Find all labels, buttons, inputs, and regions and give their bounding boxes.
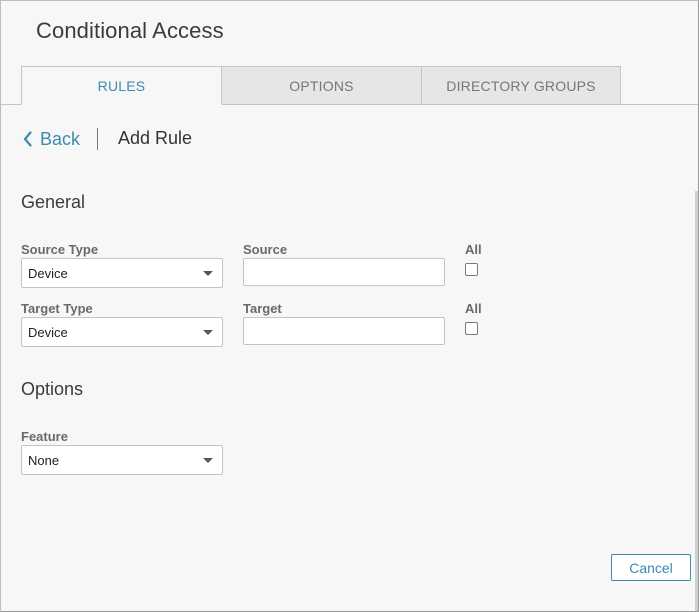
target-type-select[interactable]: Device (21, 317, 223, 347)
feature-label: Feature (21, 429, 68, 444)
chevron-down-icon (203, 271, 213, 276)
source-type-label: Source Type (21, 242, 99, 257)
feature-value: None (28, 452, 60, 468)
target-all-label: All (465, 301, 482, 316)
tab-directory-groups[interactable]: DIRECTORY GROUPS (421, 66, 621, 105)
chevron-left-icon (23, 131, 32, 147)
target-type-label: Target Type (21, 301, 93, 316)
tab-rules[interactable]: RULES (21, 66, 222, 105)
source-all-checkbox[interactable] (465, 263, 478, 276)
source-input[interactable] (243, 258, 445, 286)
scrollbar[interactable] (695, 191, 698, 611)
source-all-label: All (465, 242, 482, 257)
conditional-access-window: Conditional Access RULES OPTIONS DIRECTO… (0, 0, 699, 612)
chevron-down-icon (203, 458, 213, 463)
source-type-value: Device (28, 265, 68, 281)
source-label: Source (243, 242, 288, 257)
back-link[interactable]: Back (23, 127, 80, 151)
general-heading: General (21, 192, 86, 212)
cancel-button[interactable]: Cancel (611, 554, 691, 581)
target-label: Target (243, 301, 282, 316)
back-label: Back (40, 128, 81, 149)
target-all-checkbox[interactable] (465, 322, 478, 335)
options-heading: Options (21, 379, 84, 399)
target-input[interactable] (243, 317, 445, 345)
feature-select[interactable]: None (21, 445, 223, 475)
chevron-down-icon (203, 330, 213, 335)
page-title: Add Rule (118, 128, 193, 148)
target-type-value: Device (28, 324, 68, 340)
source-type-select[interactable]: Device (21, 258, 223, 288)
tab-options[interactable]: OPTIONS (221, 66, 422, 105)
breadcrumb-divider (97, 128, 98, 150)
app-title: Conditional Access (36, 18, 224, 43)
